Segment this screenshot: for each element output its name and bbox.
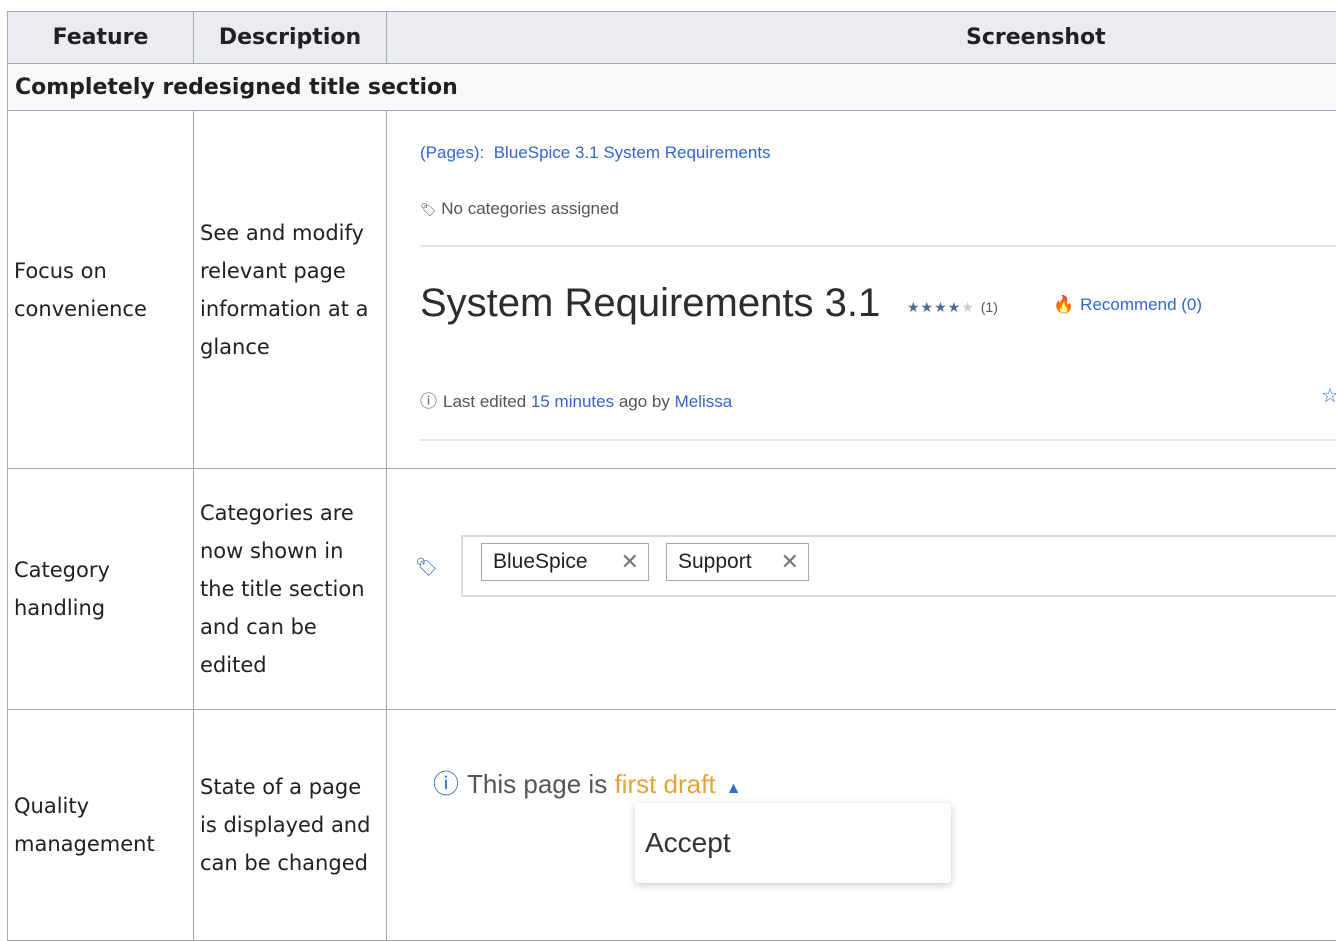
last-edited-prefix: Last edited bbox=[443, 392, 526, 411]
header-description: Description bbox=[194, 12, 387, 64]
last-edited-user-link[interactable]: Melissa bbox=[675, 392, 733, 411]
breadcrumb-namespace-link[interactable]: (Pages): bbox=[420, 143, 484, 162]
feature-cell: Category handling bbox=[8, 469, 194, 710]
state-menu: Accept bbox=[635, 803, 951, 883]
breadcrumb-page-link[interactable]: BlueSpice 3.1 System Requirements bbox=[494, 143, 771, 162]
divider bbox=[420, 439, 1336, 441]
info-icon: ⓘ bbox=[420, 392, 437, 411]
header-feature: Feature bbox=[8, 12, 194, 64]
recommend-link[interactable]: 🔥 Recommend (0) bbox=[1053, 295, 1202, 315]
recommend-label: Recommend (0) bbox=[1080, 295, 1202, 314]
remove-icon[interactable]: ✕ bbox=[781, 544, 799, 580]
breadcrumb: (Pages): BlueSpice 3.1 System Requiremen… bbox=[420, 143, 771, 163]
remove-icon[interactable]: ✕ bbox=[621, 544, 639, 580]
category-chip-label: BlueSpice bbox=[493, 550, 588, 573]
state-prefix: This page is bbox=[467, 769, 607, 799]
category-editor-screenshot: 🏷 BlueSpice ✕ Support ✕ bbox=[391, 505, 1336, 627]
section-row: Completely redesigned title section bbox=[8, 64, 1336, 111]
last-edited-time-link[interactable]: 15 minutes bbox=[531, 392, 614, 411]
section-title: Completely redesigned title section bbox=[8, 64, 1336, 111]
header-screenshot-label: Screenshot bbox=[966, 25, 1106, 50]
table-row: Focus on convenience See and modify rele… bbox=[8, 111, 1336, 469]
category-chip-label: Support bbox=[678, 550, 752, 573]
table-row: Quality management State of a page is di… bbox=[8, 710, 1336, 941]
description-cell: See and modify relevant page information… bbox=[194, 111, 387, 469]
description-cell: Categories are now shown in the title se… bbox=[194, 469, 387, 710]
state-value: first draft bbox=[614, 769, 715, 799]
header-screenshot: Screenshot bbox=[387, 12, 1336, 64]
screenshot-cell: 🏷 BlueSpice ✕ Support ✕ bbox=[387, 469, 1336, 710]
title-section-screenshot: (Pages): BlueSpice 3.1 System Requiremen… bbox=[387, 115, 1336, 468]
last-edited-mid: ago by bbox=[619, 392, 670, 411]
features-table: Feature Description Screenshot Completel… bbox=[7, 11, 1336, 941]
category-chip[interactable]: BlueSpice ✕ bbox=[481, 543, 649, 581]
quality-state-screenshot: ⓘ This page is first draft ▲ Accept bbox=[391, 714, 998, 941]
feature-cell: Quality management bbox=[8, 710, 194, 941]
categories-line: 🏷 No categories assigned bbox=[420, 199, 619, 219]
feature-cell: Focus on convenience bbox=[8, 111, 194, 469]
divider bbox=[420, 245, 1336, 247]
header-row: Feature Description Screenshot bbox=[8, 12, 1336, 64]
description-cell: State of a page is displayed and can be … bbox=[194, 710, 387, 941]
star-filled-icon: ★★★★ bbox=[907, 299, 961, 315]
category-chip[interactable]: Support ✕ bbox=[666, 543, 809, 581]
watch-star-icon[interactable]: ☆ bbox=[1321, 383, 1336, 408]
info-icon: ⓘ bbox=[433, 769, 459, 799]
rating-count: (1) bbox=[981, 299, 998, 315]
no-categories-text: No categories assigned bbox=[441, 199, 619, 218]
flame-icon: 🔥 bbox=[1053, 295, 1074, 314]
screenshot-cell: ⓘ This page is first draft ▲ Accept bbox=[387, 710, 1336, 941]
screenshot-cell: (Pages): BlueSpice 3.1 System Requiremen… bbox=[387, 111, 1336, 469]
accept-menu-item[interactable]: Accept bbox=[645, 827, 731, 859]
caret-up-icon: ▲ bbox=[726, 780, 742, 797]
page-state-indicator[interactable]: ⓘ This page is first draft ▲ bbox=[433, 764, 741, 801]
tag-icon: 🏷 bbox=[415, 557, 438, 578]
page-title: System Requirements 3.1 bbox=[420, 281, 880, 326]
star-empty-icon: ★ bbox=[961, 299, 975, 315]
category-input[interactable]: BlueSpice ✕ Support ✕ bbox=[461, 535, 1336, 597]
rating-stars[interactable]: ★★★★★ (1) bbox=[907, 299, 998, 316]
last-edited-line: ⓘ Last edited 15 minutes ago by Melissa bbox=[420, 387, 732, 412]
tag-icon: 🏷 bbox=[420, 202, 437, 217]
table-row: Category handling Categories are now sho… bbox=[8, 469, 1336, 710]
